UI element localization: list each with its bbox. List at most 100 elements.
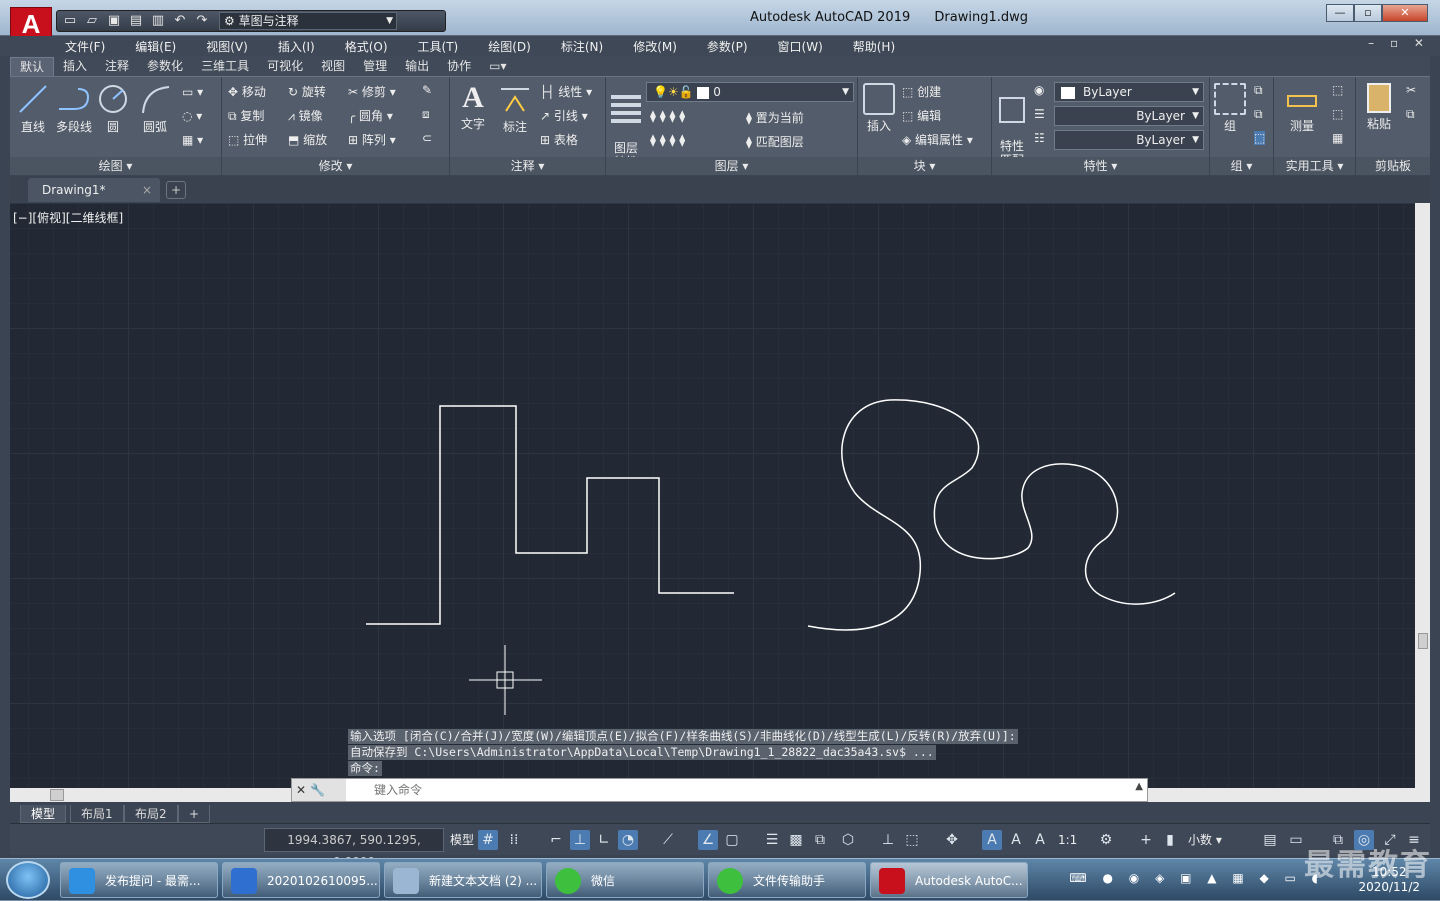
layer-tools-row2[interactable]: ⧫ ⧫ ⧫ ⧫ xyxy=(650,133,685,147)
snap-icon[interactable]: ⁞⁞ xyxy=(504,830,524,850)
add-layout-button[interactable]: + xyxy=(178,805,211,823)
redo-icon[interactable]: ↷ xyxy=(193,13,211,29)
undo-icon[interactable]: ↶ xyxy=(171,13,189,29)
menu-parameters[interactable]: 参数(P) xyxy=(692,38,763,55)
vertical-scroll-thumb[interactable] xyxy=(1418,633,1428,649)
scale-button[interactable]: ⬒ 缩放 xyxy=(288,131,327,148)
object-snap-icon[interactable]: ▢ xyxy=(722,830,742,850)
menu-file[interactable]: 文件(F) xyxy=(0,38,120,55)
ortho-icon[interactable]: ∟ xyxy=(594,830,614,850)
selection-filter-icon[interactable]: ⬚ xyxy=(902,830,922,850)
tab-3d-tools[interactable]: 三维工具 xyxy=(192,57,258,76)
open-icon[interactable]: ▱ xyxy=(83,13,101,29)
document-tab-drawing1[interactable]: Drawing1* × xyxy=(28,178,160,202)
tab-parametric[interactable]: 参数化 xyxy=(138,57,192,76)
array-button[interactable]: ⊞ 阵列 ▾ xyxy=(348,131,396,148)
model-space-button[interactable]: 模型 xyxy=(450,830,474,850)
paste-button[interactable]: 粘贴 xyxy=(1362,83,1396,132)
edit-block-button[interactable]: ⬚ 编辑 xyxy=(902,107,941,124)
create-block-button[interactable]: ⬚ 创建 xyxy=(902,83,941,100)
trim-button[interactable]: ✂ 修剪 ▾ xyxy=(348,83,396,100)
taskbar-item-ie[interactable]: 发布提问 - 最需... xyxy=(60,862,218,898)
dynamic-ucs-icon[interactable]: ⊥ xyxy=(878,830,898,850)
wrench-icon[interactable]: 🔧 xyxy=(310,783,329,797)
mirror-button[interactable]: ⩘ 镜像 xyxy=(288,107,323,124)
taskbar-item-word[interactable]: 2020102610095... xyxy=(222,862,380,898)
tab-manage[interactable]: 管理 xyxy=(354,57,396,76)
quick-select-icon[interactable]: ⬚ xyxy=(1332,83,1343,97)
infer-constraints-icon[interactable]: ⌐ xyxy=(546,830,566,850)
taskbar-item-autocad[interactable]: Autodesk AutoC... xyxy=(870,862,1028,898)
grid-icon[interactable]: # xyxy=(478,830,498,850)
menu-help[interactable]: 帮助(H) xyxy=(838,38,910,55)
modify-panel-label[interactable]: 修改 ▾ xyxy=(222,157,449,175)
polar-tracking-icon[interactable]: ◔ xyxy=(618,830,638,850)
move-button[interactable]: ✥ 移动 xyxy=(228,83,266,100)
select-all-icon[interactable]: ⬚ xyxy=(1332,107,1343,121)
minimize-button[interactable]: — xyxy=(1326,4,1354,22)
tab-layout1[interactable]: 布局1 xyxy=(70,805,124,823)
polyline-button[interactable]: 多段线 xyxy=(54,83,94,135)
arc-button[interactable]: 圆弧 xyxy=(138,83,172,135)
offset-icon[interactable]: ⊂ xyxy=(422,131,432,145)
spline-entity[interactable] xyxy=(807,399,1176,631)
color-dropdown[interactable]: ByLayer ▼ xyxy=(1054,82,1204,102)
quick-properties-icon[interactable]: ▤ xyxy=(1260,830,1280,850)
lineweight-icon[interactable]: ☷ xyxy=(1034,131,1045,145)
tab-visualize[interactable]: 可视化 xyxy=(258,57,312,76)
command-input[interactable] xyxy=(350,780,1130,800)
app-logo-button[interactable]: A xyxy=(10,7,52,39)
gizmo-icon[interactable]: ✥ xyxy=(942,830,962,850)
circle-button[interactable]: 圆 xyxy=(96,83,130,135)
set-current-button[interactable]: ⧫ 置为当前 xyxy=(746,109,804,126)
measure-button[interactable]: 测量 xyxy=(1282,83,1322,134)
chevron-up-icon[interactable]: ▲ xyxy=(1135,781,1143,792)
properties-panel-label[interactable]: 特性 ▾ xyxy=(992,157,1209,175)
menu-dimension[interactable]: 标注(N) xyxy=(546,38,618,55)
hatch-icon[interactable]: ◌ ▾ xyxy=(182,109,202,123)
menu-draw[interactable]: 绘图(D) xyxy=(473,38,546,55)
save-icon[interactable]: ▣ xyxy=(105,13,123,29)
lineweight-dropdown[interactable]: ByLayer ▼ xyxy=(1054,130,1204,150)
copy-button[interactable]: ⧉ 复制 xyxy=(228,107,264,124)
insert-block-button[interactable]: 插入 xyxy=(862,83,896,134)
color-wheel-icon[interactable]: ◉ xyxy=(1034,83,1044,97)
line-button[interactable]: 直线 xyxy=(16,83,50,135)
edit-attributes-button[interactable]: ◈ 编辑属性 ▾ xyxy=(902,131,973,148)
save-as-icon[interactable]: ▤ xyxy=(127,13,145,29)
transparency-icon[interactable]: ▩ xyxy=(786,830,806,850)
explode-icon[interactable]: ⧈ xyxy=(422,107,430,122)
ribbon-options-icon[interactable]: ▭▾ xyxy=(480,57,515,76)
drawing-canvas[interactable]: [−][俯视][二维线框] xyxy=(10,203,1415,788)
linetype-dropdown[interactable]: ByLayer ▼ xyxy=(1054,106,1204,126)
3d-osnap-icon[interactable]: ⬡ xyxy=(838,830,858,850)
taskbar-item-wechat[interactable]: 微信 xyxy=(546,862,704,898)
annotation-scale-icon[interactable]: A xyxy=(1030,830,1050,850)
menu-view[interactable]: 视图(V) xyxy=(191,38,263,55)
group-button[interactable]: 组 xyxy=(1212,83,1248,134)
new-tab-button[interactable]: + xyxy=(166,181,186,199)
tab-insert[interactable]: 插入 xyxy=(54,57,96,76)
utilities-panel-label[interactable]: 实用工具 ▾ xyxy=(1274,157,1355,175)
match-layer-button[interactable]: ⧫ 匹配图层 xyxy=(746,133,804,150)
units-icon[interactable]: ▮ xyxy=(1160,830,1180,850)
tray-icons[interactable]: ⌨ ● ◉ ◈ ▣ ▲ ▦ ◆ ▭ ◖ xyxy=(1069,871,1324,885)
menu-format[interactable]: 格式(O) xyxy=(330,38,403,55)
auto-scale-icon[interactable]: A xyxy=(1006,830,1026,850)
fillet-button[interactable]: ╭ 圆角 ▾ xyxy=(348,107,393,124)
block-panel-label[interactable]: 块 ▾ xyxy=(858,157,991,175)
rectangle-icon[interactable]: ▭ ▾ xyxy=(182,85,203,99)
tab-view[interactable]: 视图 xyxy=(312,57,354,76)
clipboard-panel-label[interactable]: 剪贴板 xyxy=(1356,157,1430,175)
tab-layout2[interactable]: 布局2 xyxy=(124,805,178,823)
cut-icon[interactable]: ✂ xyxy=(1406,83,1416,97)
dynamic-input-icon[interactable]: ⊥ xyxy=(570,830,590,850)
menu-window[interactable]: 窗口(W) xyxy=(763,38,838,55)
tab-model[interactable]: 模型 xyxy=(20,805,67,823)
lock-ui-icon[interactable]: ▭ xyxy=(1286,830,1306,850)
workspace-dropdown[interactable]: ⚙ 草图与注释 ▼ xyxy=(219,12,397,30)
group-select-icon[interactable]: ⬚ xyxy=(1254,131,1266,145)
menu-tools[interactable]: 工具(T) xyxy=(403,38,474,55)
selection-cycling-icon[interactable]: ⧉ xyxy=(810,830,830,850)
annotation-panel-label[interactable]: 注释 ▾ xyxy=(450,157,605,175)
